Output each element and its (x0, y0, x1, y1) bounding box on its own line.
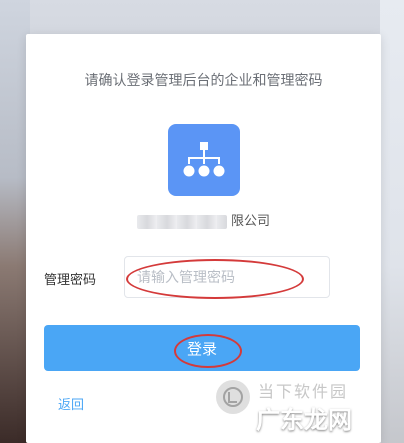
blurred-company-prefix (136, 214, 227, 229)
password-label: 管理密码 (44, 272, 97, 287)
company-name-visible: 限公司 (230, 213, 270, 228)
login-card: 请确认登录管理后台的企业和管理密码 限公司 管理密码 登录 返回 (26, 34, 381, 443)
company-name: 限公司 (26, 210, 381, 229)
login-button[interactable]: 登录 (44, 325, 360, 371)
back-link[interactable]: 返回 (58, 394, 84, 413)
org-chart-icon (168, 124, 240, 196)
password-input[interactable] (124, 256, 330, 298)
panel-title: 请确认登录管理后台的企业和管理密码 (84, 72, 323, 88)
background-right (380, 0, 404, 443)
